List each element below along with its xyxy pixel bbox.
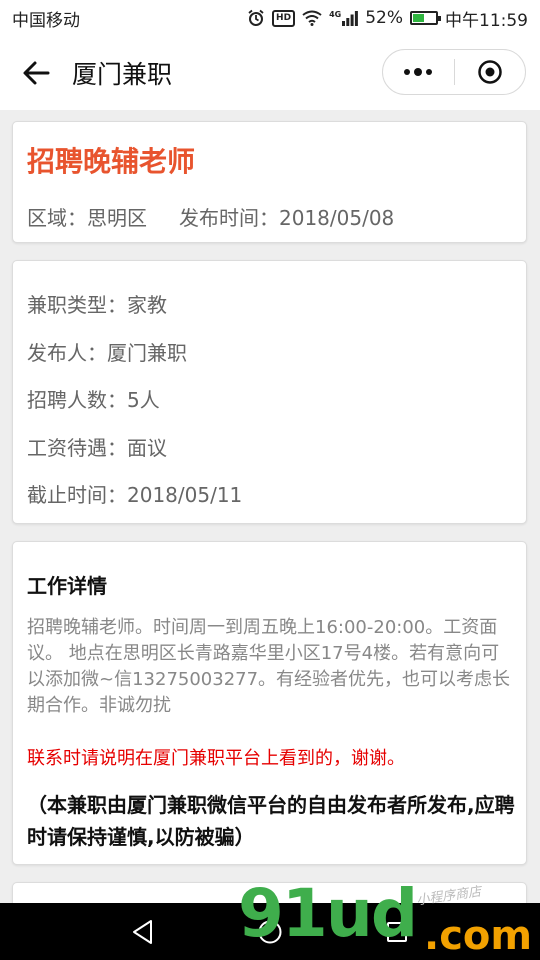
- info-deadline: 截止时间：2018/05/11: [27, 483, 243, 507]
- battery-fill: [413, 14, 424, 22]
- battery-icon: [410, 11, 441, 25]
- info-job-type: 兼职类型：家教: [27, 293, 167, 317]
- status-indicators: HD 4G 52% 中午11:59: [247, 6, 528, 31]
- back-button[interactable]: [18, 55, 54, 91]
- system-nav-bar: [0, 903, 540, 960]
- system-home-button[interactable]: [250, 912, 290, 952]
- info-publisher: 发布人：厦门兼职: [27, 340, 187, 365]
- signal-icon: 4G: [329, 10, 359, 26]
- more-dots-icon: [404, 69, 411, 75]
- clock: 中午11:59: [445, 10, 528, 31]
- hd-icon: HD: [272, 9, 296, 27]
- page-title: 厦门兼职: [72, 60, 173, 89]
- more-dots-icon: [426, 69, 433, 75]
- alarm-icon: [247, 9, 265, 27]
- status-bar: 中国移动 HD 4G 52% 中午11:59: [0, 0, 540, 36]
- system-recents-button[interactable]: [377, 912, 417, 952]
- mini-program-capsule: [382, 49, 526, 95]
- job-meta: 区域：思明区 发布时间：2018/05/08: [27, 202, 394, 231]
- close-button[interactable]: [455, 50, 526, 94]
- details-body: 招聘晚辅老师。时间周一到周五晚上16:00-20:00。工资面议。 地点在思明区…: [27, 617, 511, 716]
- triangle-back-icon: [133, 919, 153, 944]
- job-title: 招聘晚辅老师: [27, 145, 196, 178]
- job-region: 区域：思明区: [27, 206, 147, 230]
- job-header-card: 招聘晚辅老师 区域：思明区 发布时间：2018/05/08: [12, 121, 527, 243]
- info-salary: 工资待遇：面议: [27, 435, 167, 460]
- details-heading: 工作详情: [27, 574, 107, 598]
- job-info-card: 兼职类型：家教 发布人：厦门兼职 招聘人数：5人 工资待遇：面议 截止时间：20…: [12, 260, 527, 524]
- job-details-card: 工作详情 招聘晚辅老师。时间周一到周五晚上16:00-20:00。工资面议。 地…: [12, 541, 527, 865]
- back-arrow-icon: [23, 61, 50, 85]
- system-back-button[interactable]: [123, 912, 163, 952]
- carrier-label: 中国移动: [12, 10, 80, 31]
- contact-note: 联系时请说明在厦门兼职平台上看到的，谢谢。: [27, 748, 405, 769]
- circle-home-icon: [258, 920, 282, 943]
- disclaimer: （本兼职由厦门兼职微信平台的自由发布者所发布,应聘时请保持谨慎,以防被骗）: [27, 793, 515, 849]
- nav-bar: 厦门兼职: [0, 36, 540, 110]
- job-publish-time: 发布时间：2018/05/08: [179, 206, 395, 230]
- wifi-icon: [302, 10, 322, 26]
- network-type-label: 4G: [329, 10, 342, 19]
- target-close-icon: [478, 60, 502, 84]
- more-dots-icon: [414, 68, 423, 76]
- info-headcount: 招聘人数：5人: [27, 388, 160, 412]
- square-recents-icon: [386, 921, 407, 942]
- battery-percent: 52%: [365, 8, 403, 28]
- more-button[interactable]: [383, 50, 454, 94]
- job-info-list: 兼职类型：家教 发布人：厦门兼职 招聘人数：5人 工资待遇：面议 截止时间：20…: [27, 289, 242, 527]
